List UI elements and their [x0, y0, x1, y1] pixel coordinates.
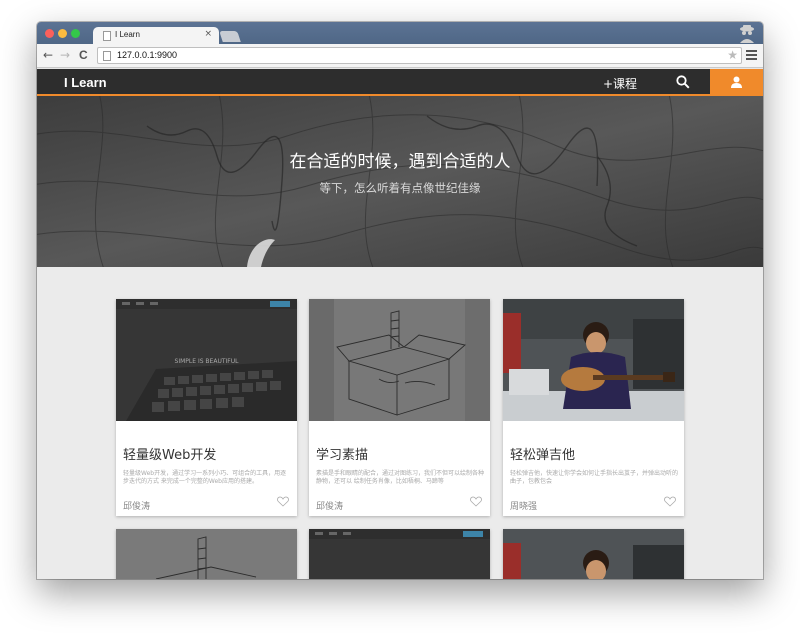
menu-icon[interactable]: [746, 50, 757, 60]
keyboard-photo: [309, 529, 490, 579]
tab-title: I Learn: [115, 30, 140, 39]
site-navbar: I Learn +课程: [37, 69, 763, 96]
browser-tab[interactable]: I Learn ×: [93, 27, 219, 45]
guitar-player-photo: [503, 529, 684, 579]
url-text[interactable]: 127.0.0.1:9900: [117, 50, 177, 60]
course-title[interactable]: 轻量级Web开发: [123, 444, 216, 463]
course-card[interactable]: [116, 529, 297, 579]
heart-icon[interactable]: [277, 496, 289, 507]
course-title[interactable]: 轻松弹吉他: [510, 444, 575, 463]
hero-banner: 在合适的时候，遇到合适的人 等下，怎么听着有点像世纪佳缘: [37, 96, 763, 267]
course-author: 周晓强: [510, 502, 538, 512]
add-course-link[interactable]: +课程: [603, 75, 637, 92]
course-title[interactable]: 学习素描: [316, 444, 368, 463]
heart-icon[interactable]: [664, 496, 676, 507]
course-grid: SIMPLE IS BEAUTIFUL 轻量级Web开发 轻量级Web开发，通过…: [37, 267, 763, 579]
heart-icon[interactable]: [470, 496, 482, 507]
page-icon: [103, 51, 111, 61]
sketch-box-photo: [116, 529, 297, 579]
bookmark-star-icon[interactable]: ★: [727, 48, 738, 62]
course-thumbnail[interactable]: SIMPLE IS BEAUTIFUL: [116, 299, 297, 421]
course-description: 轻量级Web开发，通过学习一系列小巧、可组合的工具，用逐步迭代的方式 来完成一个…: [123, 470, 287, 485]
forward-button[interactable]: →: [60, 48, 70, 62]
new-tab-button[interactable]: [219, 31, 241, 42]
user-button[interactable]: [710, 69, 763, 96]
course-card[interactable]: [309, 529, 490, 579]
incognito-profile-icon[interactable]: [737, 23, 757, 43]
course-author: 邱俊涛: [123, 502, 151, 512]
hero-title: 在合适的时候，遇到合适的人: [289, 152, 511, 172]
course-description: 素描是手和眼睛的配合，通过对图练习，我们不但可以绘制各种静物，还可以 绘制任务肖…: [316, 470, 485, 485]
search-icon[interactable]: [676, 75, 690, 89]
course-author: 邱俊涛: [316, 502, 344, 512]
course-card[interactable]: 学习素描 素描是手和眼睛的配合，通过对图练习，我们不但可以绘制各种静物，还可以 …: [309, 299, 490, 516]
user-icon: [731, 76, 742, 88]
address-bar[interactable]: 127.0.0.1:9900 ★: [97, 47, 742, 64]
reload-button[interactable]: C: [79, 48, 88, 62]
close-window-button[interactable]: [45, 29, 54, 38]
course-card[interactable]: [503, 529, 684, 579]
hero-subtitle: 等下，怎么听着有点像世纪佳缘: [319, 181, 481, 195]
sketch-box-photo: [309, 299, 490, 421]
course-thumbnail[interactable]: [503, 299, 684, 421]
tab-close-icon[interactable]: ×: [204, 29, 212, 39]
course-description: 轻松弹吉他，快速让你学会如何让手指长出茧子，并弹出动听的曲子，包教包会: [510, 470, 679, 485]
browser-toolbar: ← → C 127.0.0.1:9900 ★: [37, 44, 763, 68]
minimize-window-button[interactable]: [58, 29, 67, 38]
browser-window: I Learn × ← → C 127.0.0.1:9900 ★ I Learn…: [37, 22, 763, 579]
thumbnail-headline: SIMPLE IS BEAUTIFUL: [174, 358, 239, 365]
course-card[interactable]: 轻松弹吉他 轻松弹吉他，快速让你学会如何让手指长出茧子，并弹出动听的曲子，包教包…: [503, 299, 684, 516]
page-icon: [103, 31, 111, 41]
course-thumbnail[interactable]: [309, 299, 490, 421]
tab-strip: I Learn ×: [37, 22, 763, 45]
guitar-player-photo: [503, 299, 684, 421]
site-logo[interactable]: I Learn: [64, 75, 107, 90]
back-button[interactable]: ←: [43, 48, 53, 62]
course-card[interactable]: SIMPLE IS BEAUTIFUL 轻量级Web开发 轻量级Web开发，通过…: [116, 299, 297, 516]
zoom-window-button[interactable]: [71, 29, 80, 38]
